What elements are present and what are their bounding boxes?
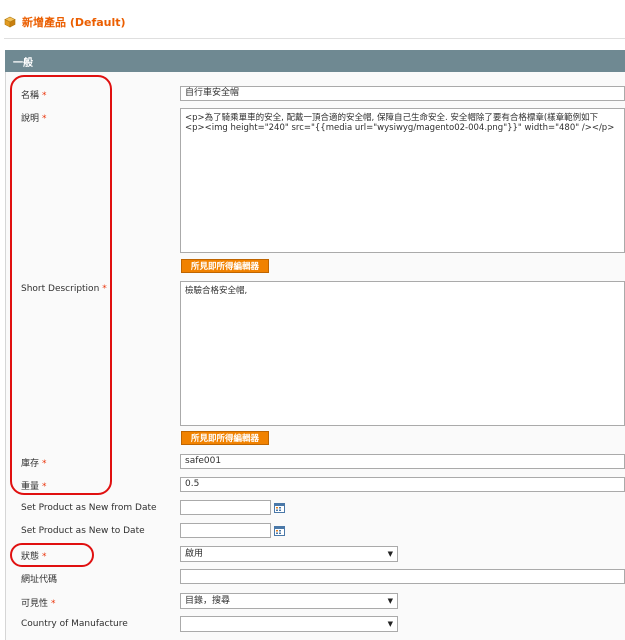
section-title: 一般 [13, 57, 33, 69]
annotation-oval-required-fields [10, 75, 112, 495]
visibility-select-value: 目錄，搜尋 [185, 595, 231, 606]
short-description-textarea[interactable]: 檢驗合格安全帽, [180, 281, 625, 426]
short-description-text: 檢驗合格安全帽, [185, 286, 248, 296]
country-select[interactable]: ▼ [180, 616, 398, 632]
calendar-icon[interactable] [274, 502, 285, 513]
page-title: 新增產品 (Default) [4, 12, 126, 32]
dropdown-arrow-icon: ▼ [387, 549, 393, 558]
status-select[interactable]: 啟用 ▼ [180, 546, 398, 562]
dropdown-arrow-icon: ▼ [387, 596, 393, 605]
url-key-label: 網址代碼 [21, 575, 58, 585]
short-description-wysiwyg-button[interactable]: 所見即所得編輯器 [181, 431, 269, 445]
calendar-icon[interactable] [274, 525, 285, 536]
product-cube-icon [4, 16, 16, 28]
weight-input[interactable]: 0.5 [180, 477, 625, 492]
new-to-date-input[interactable] [180, 523, 271, 538]
name-input[interactable]: 自行車安全帽 [180, 86, 625, 101]
title-divider [4, 38, 625, 39]
visibility-label: 可見性 * [21, 599, 56, 609]
annotation-oval-status [10, 543, 94, 567]
new-from-date-input[interactable] [180, 500, 271, 515]
visibility-select[interactable]: 目錄，搜尋 ▼ [180, 593, 398, 609]
new-to-date-label: Set Product as New to Date [21, 526, 145, 536]
url-key-input[interactable] [180, 569, 625, 584]
new-from-date-label: Set Product as New from Date [21, 503, 157, 513]
sku-input[interactable]: safe001 [180, 454, 625, 469]
section-header: 一般 [5, 50, 625, 72]
description-wysiwyg-button[interactable]: 所見即所得編輯器 [181, 259, 269, 273]
description-line-2: <p><img height="240" src="{{media url="w… [185, 123, 615, 133]
dropdown-arrow-icon: ▼ [387, 619, 393, 628]
page-title-text: 新增產品 (Default) [22, 16, 126, 29]
description-line-1: <p>為了騎乘單車的安全, 配戴一頂合適的安全帽, 保障自己生命安全. 安全帽除… [185, 113, 599, 123]
description-textarea[interactable]: <p>為了騎乘單車的安全, 配戴一頂合適的安全帽, 保障自己生命安全. 安全帽除… [180, 108, 625, 253]
country-label: Country of Manufacture [21, 619, 128, 629]
status-select-value: 啟用 [185, 548, 204, 559]
